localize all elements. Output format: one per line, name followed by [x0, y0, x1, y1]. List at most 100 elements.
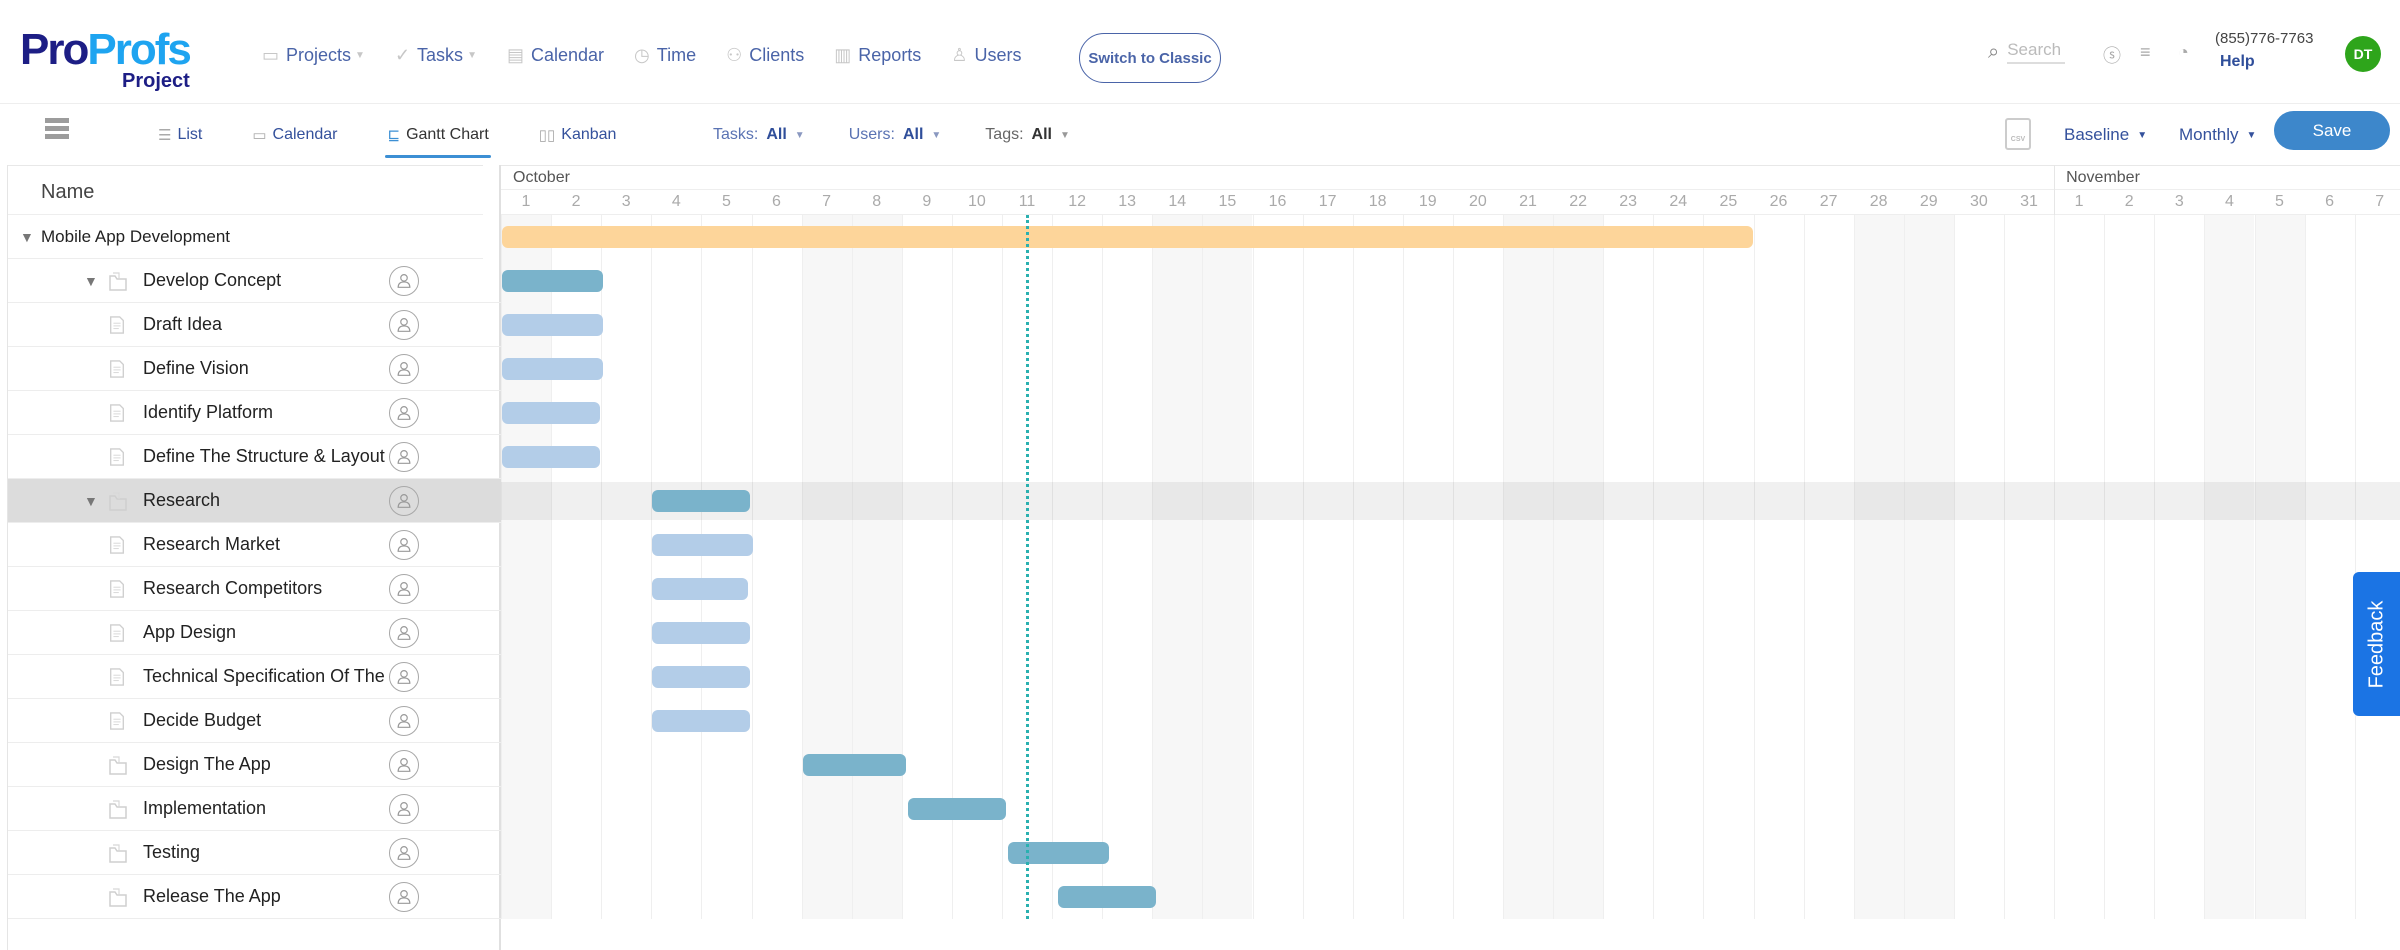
task-name: Identify Platform — [143, 402, 274, 422]
task-group-bar[interactable] — [1008, 842, 1109, 864]
document-icon — [108, 314, 128, 336]
task-bar[interactable] — [502, 314, 603, 336]
assignee-avatar-icon[interactable] — [389, 573, 419, 604]
task-bar[interactable] — [652, 622, 751, 644]
task-name: Release The App — [143, 886, 281, 906]
assignee-avatar-icon[interactable] — [389, 529, 419, 560]
day-label: 2 — [571, 193, 581, 210]
project-bar[interactable] — [502, 226, 1753, 248]
baseline-dropdown[interactable]: Baseline ▼ — [2064, 118, 2147, 152]
document-icon — [108, 710, 128, 732]
tab-kanban[interactable]: ▯▯ Kanban — [537, 118, 619, 152]
collapse-triangle-icon[interactable]: ▼ — [84, 493, 98, 509]
assignee-avatar-icon[interactable] — [389, 441, 419, 472]
task-row[interactable]: Define The Structure & Layout of — [8, 435, 502, 479]
users-filter[interactable]: Users: All ▼ — [849, 126, 942, 144]
task-name: Testing — [143, 842, 201, 862]
assignee-avatar-icon[interactable] — [389, 485, 419, 516]
task-row[interactable]: Define Vision — [8, 347, 502, 391]
help-link[interactable]: Help — [2220, 53, 2255, 71]
feedback-tab[interactable]: Feedback — [2353, 572, 2400, 716]
assignee-avatar-icon[interactable] — [389, 265, 419, 296]
day-column — [2354, 215, 2400, 919]
task-row[interactable]: Draft Idea — [8, 303, 502, 347]
nav-users[interactable]: ♙ Users — [951, 45, 1021, 66]
task-group-bar[interactable] — [802, 754, 906, 776]
assignee-avatar-icon[interactable] — [389, 705, 419, 736]
nav-clients[interactable]: ⚇ Clients — [726, 45, 804, 66]
tab-gantt-chart[interactable]: ⊑ Gantt Chart — [385, 118, 492, 158]
task-group-row[interactable]: ▼ Develop Concept — [8, 259, 502, 303]
nav-time[interactable]: ◷ Time — [634, 45, 696, 66]
nav-calendar[interactable]: ▤ Calendar — [507, 45, 604, 66]
task-bar[interactable] — [652, 534, 753, 556]
phone-number: (855)776-7763 — [2215, 30, 2314, 47]
collapse-triangle-icon[interactable]: ▼ — [20, 229, 34, 245]
assignee-avatar-icon[interactable] — [389, 617, 419, 648]
nav-tasks[interactable]: ✓ Tasks ▼ — [395, 45, 477, 66]
task-row[interactable]: Decide Budget — [8, 699, 502, 743]
nav-reports[interactable]: ▥ Reports — [834, 45, 921, 66]
weekend-column — [1503, 215, 1554, 919]
tasks-filter-value: All — [766, 126, 787, 143]
task-row[interactable]: Technical Specification Of The — [8, 655, 502, 699]
task-group-row[interactable]: Testing — [8, 831, 502, 875]
task-group-bar[interactable] — [907, 798, 1006, 820]
calendar-icon: ▤ — [506, 45, 524, 65]
day-column — [1653, 215, 1703, 919]
task-group-row[interactable]: ▼ Research — [8, 479, 502, 523]
search-box[interactable]: ⌕ — [1988, 40, 2066, 64]
task-bar[interactable] — [652, 578, 748, 600]
csv-export-icon[interactable]: CSV — [2005, 118, 2031, 150]
assignee-avatar-icon[interactable] — [389, 881, 419, 912]
assignee-avatar-icon[interactable] — [389, 397, 419, 428]
save-button[interactable]: Save — [2274, 111, 2390, 150]
task-group-row[interactable]: Implementation — [8, 787, 502, 831]
assignee-avatar-icon[interactable] — [389, 309, 419, 340]
task-bar[interactable] — [502, 446, 601, 468]
assignee-avatar-icon[interactable] — [389, 749, 419, 780]
project-row[interactable]: ▼ Mobile App Development — [8, 215, 483, 259]
task-group-bar[interactable] — [652, 490, 751, 512]
switch-to-classic-button[interactable]: Switch to Classic — [1079, 33, 1221, 83]
dollar-icon[interactable]: ⓢ — [2103, 42, 2121, 68]
task-bar[interactable] — [652, 666, 751, 688]
tasks-filter[interactable]: Tasks: All ▼ — [713, 126, 805, 144]
task-group-row[interactable]: Design The App — [8, 743, 502, 787]
task-row[interactable]: Research Competitors — [8, 567, 502, 611]
weekend-column — [1903, 215, 1954, 919]
day-column — [751, 215, 802, 919]
task-row[interactable]: Identify Platform — [8, 391, 502, 435]
timer-icon[interactable]: ◔ — [2178, 42, 2189, 63]
task-row[interactable]: Research Market — [8, 523, 502, 567]
assignee-avatar-icon[interactable] — [389, 353, 419, 384]
tags-filter[interactable]: Tags: All ▼ — [985, 126, 1070, 144]
task-name: Draft Idea — [143, 314, 223, 334]
assignee-avatar-icon[interactable] — [389, 793, 419, 824]
task-row[interactable]: App Design — [8, 611, 502, 655]
tab-label: Gantt Chart — [406, 126, 489, 143]
day-column — [1803, 215, 1854, 919]
nav-projects[interactable]: ▭ Projects ▼ — [262, 45, 365, 66]
user-avatar[interactable]: DT — [2345, 36, 2381, 72]
filters: Tasks: All ▼ Users: All ▼ Tags: All ▼ — [713, 118, 1070, 152]
task-bar[interactable] — [502, 402, 601, 424]
task-group-row[interactable]: Release The App — [8, 875, 502, 919]
menu-lines-icon[interactable]: ≡ — [2140, 42, 2151, 63]
collapse-triangle-icon[interactable]: ▼ — [84, 273, 98, 289]
period-dropdown[interactable]: Monthly ▼ — [2179, 118, 2256, 152]
tab-calendar[interactable]: ▭ Calendar — [250, 118, 339, 152]
bar-chart-icon: ▥ — [834, 45, 852, 65]
task-bar[interactable] — [502, 358, 603, 380]
assignee-avatar-icon[interactable] — [389, 661, 419, 692]
day-column — [651, 215, 701, 919]
search-input[interactable] — [2007, 40, 2066, 64]
task-group-bar[interactable] — [1058, 886, 1157, 908]
task-group-bar[interactable] — [502, 270, 603, 292]
proprofs-logo[interactable]: ProProfs Project — [20, 28, 192, 93]
tab-list[interactable]: ☰ List — [156, 118, 204, 152]
clients-icon: ⚇ — [726, 45, 743, 65]
hamburger-menu-icon[interactable] — [45, 118, 69, 142]
task-bar[interactable] — [652, 710, 751, 732]
assignee-avatar-icon[interactable] — [389, 837, 419, 868]
